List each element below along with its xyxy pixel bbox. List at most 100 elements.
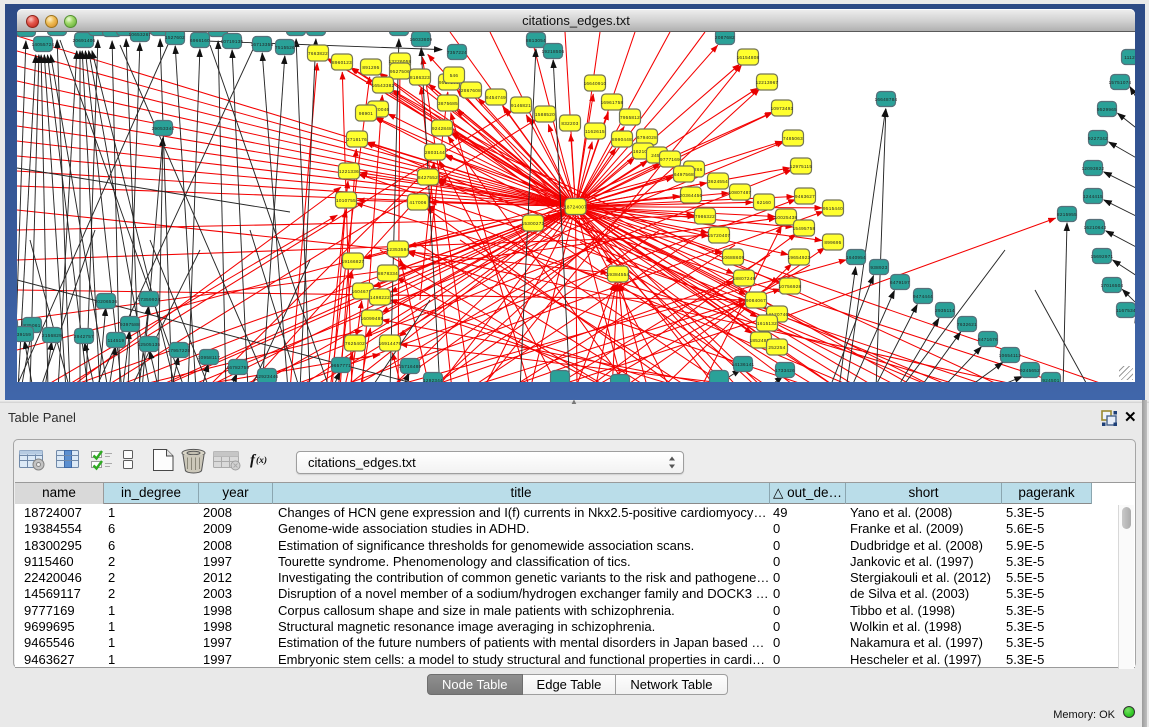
svg-text:1615132: 1615132 — [757, 321, 777, 326]
svg-text:7632621: 7632621 — [957, 322, 977, 327]
svg-text:3624554: 3624554 — [708, 179, 728, 184]
svg-text:20206536: 20206536 — [95, 299, 118, 304]
svg-text:7625402: 7625402 — [345, 341, 365, 346]
svg-text:9515440: 9515440 — [823, 206, 843, 211]
svg-text:924501: 924501 — [1042, 378, 1059, 382]
svg-text:19384554: 19384554 — [607, 272, 630, 277]
svg-text:16648784: 16648784 — [875, 97, 898, 102]
svg-text:8960123: 8960123 — [332, 60, 352, 65]
svg-text:2942757: 2942757 — [74, 334, 94, 339]
svg-text:20364456: 20364456 — [680, 193, 703, 198]
svg-text:16713355: 16713355 — [251, 42, 274, 47]
svg-text:1498222: 1498222 — [370, 295, 390, 300]
svg-text:6966160: 6966160 — [190, 38, 210, 43]
svg-text:938923: 938923 — [870, 265, 887, 270]
svg-text:7485063: 7485063 — [783, 136, 803, 141]
svg-text:2803144: 2803144 — [425, 150, 445, 155]
svg-text:16543382: 16543382 — [372, 83, 395, 88]
svg-text:16033809: 16033809 — [410, 37, 433, 42]
svg-text:1162615: 1162615 — [585, 129, 605, 134]
svg-text:891295: 891295 — [362, 65, 379, 70]
svg-text:16961758: 16961758 — [601, 100, 624, 105]
svg-text:8186323: 8186323 — [410, 75, 430, 80]
svg-text:1527602: 1527602 — [165, 35, 185, 40]
svg-text:9529965: 9529965 — [1097, 107, 1117, 112]
svg-text:10973493: 10973493 — [771, 106, 794, 111]
svg-text:10688609: 10688609 — [722, 255, 745, 260]
svg-text:8427552: 8427552 — [418, 175, 438, 180]
svg-text:1244415: 1244415 — [1083, 194, 1103, 199]
svg-text:9146821: 9146821 — [511, 103, 531, 108]
svg-text:12975115: 12975115 — [790, 164, 813, 169]
svg-text:39159: 39159 — [17, 332, 31, 337]
svg-text:15300273: 15300273 — [522, 221, 545, 226]
svg-text:12923446: 12923446 — [256, 374, 279, 379]
svg-text:8454749: 8454749 — [486, 95, 506, 100]
svg-text:(x): (x) — [256, 455, 267, 466]
svg-text:10807487: 10807487 — [729, 190, 752, 195]
svg-text:8878334: 8878334 — [378, 271, 398, 276]
svg-text:12093822: 12093822 — [1082, 166, 1105, 171]
svg-text:899695: 899695 — [824, 240, 841, 245]
svg-text:546: 546 — [450, 73, 459, 78]
svg-text:9657771: 9657771 — [331, 363, 351, 368]
svg-text:19654923: 19654923 — [788, 255, 811, 260]
svg-text:1167534: 1167534 — [1116, 308, 1135, 313]
svg-text:19166827: 19166827 — [342, 259, 365, 264]
svg-text:1292344: 1292344 — [423, 378, 443, 382]
svg-text:9227342: 9227342 — [1088, 136, 1108, 141]
svg-text:10653267: 10653267 — [129, 32, 152, 37]
svg-text:14136141: 14136141 — [732, 362, 755, 367]
svg-text:1010755: 1010755 — [336, 198, 356, 203]
svg-text:15751074: 15751074 — [1109, 80, 1132, 85]
svg-text:6794028: 6794028 — [637, 135, 657, 140]
svg-text:12353594: 12353594 — [387, 247, 410, 252]
svg-text:8990448: 8990448 — [612, 137, 632, 142]
svg-text:9474444: 9474444 — [913, 294, 933, 299]
svg-text:114519: 114519 — [108, 338, 125, 343]
svg-text:2156829: 2156829 — [42, 333, 62, 338]
svg-text:417006: 417006 — [409, 200, 426, 205]
svg-text:12213967: 12213967 — [756, 80, 779, 85]
svg-text:7357224: 7357224 — [447, 50, 467, 55]
svg-text:7955812: 7955812 — [620, 115, 640, 120]
svg-text:10025438: 10025438 — [775, 215, 798, 220]
svg-text:7663822: 7663822 — [308, 51, 328, 56]
svg-text:2087682: 2087682 — [715, 35, 735, 40]
svg-text:6479197: 6479197 — [890, 280, 910, 285]
svg-text:17957225: 17957225 — [168, 348, 191, 353]
svg-text:252254: 252254 — [768, 345, 785, 350]
svg-text:15495758: 15495758 — [793, 226, 816, 231]
svg-text:15692971: 15692971 — [1091, 254, 1114, 259]
svg-text:2935114: 2935114 — [935, 308, 955, 313]
svg-text:1221336: 1221336 — [339, 169, 359, 174]
svg-text:2867608: 2867608 — [461, 88, 481, 93]
svg-text:18807249: 18807249 — [733, 276, 756, 281]
svg-text:16210643: 16210643 — [1084, 225, 1107, 230]
svg-text:9397588: 9397588 — [120, 322, 140, 327]
svg-text:15716485: 15716485 — [399, 364, 422, 369]
svg-text:7515526: 7515526 — [275, 45, 295, 50]
svg-text:1588520: 1588520 — [535, 112, 555, 117]
svg-text:9777169: 9777169 — [660, 157, 680, 162]
svg-text:12505135: 12505135 — [138, 342, 161, 347]
svg-text:29053346: 29053346 — [152, 126, 175, 131]
svg-text:16640910: 16640910 — [584, 81, 607, 86]
svg-text:1640954: 1640954 — [846, 255, 866, 260]
svg-text:16099489: 16099489 — [361, 316, 384, 321]
svg-text:8215955: 8215955 — [1057, 212, 1077, 217]
svg-text:2718176: 2718176 — [347, 137, 367, 142]
svg-text:9527506: 9527506 — [390, 69, 410, 74]
svg-text:17359924: 17359924 — [138, 297, 161, 302]
svg-text:20691406: 20691406 — [73, 38, 96, 43]
svg-text:1733426: 1733426 — [775, 368, 795, 373]
svg-text:8813054: 8813054 — [526, 38, 546, 43]
svg-text:10654112: 10654112 — [999, 353, 1022, 358]
svg-text:9245652: 9245652 — [1020, 368, 1040, 373]
svg-text:11123: 11123 — [1124, 55, 1135, 60]
svg-text:16914479: 16914479 — [379, 341, 402, 346]
svg-text:3875685: 3875685 — [438, 101, 458, 106]
svg-text:7986322: 7986322 — [695, 214, 715, 219]
svg-text:19218506: 19218506 — [542, 49, 565, 54]
svg-text:18724007: 18724007 — [564, 205, 587, 210]
